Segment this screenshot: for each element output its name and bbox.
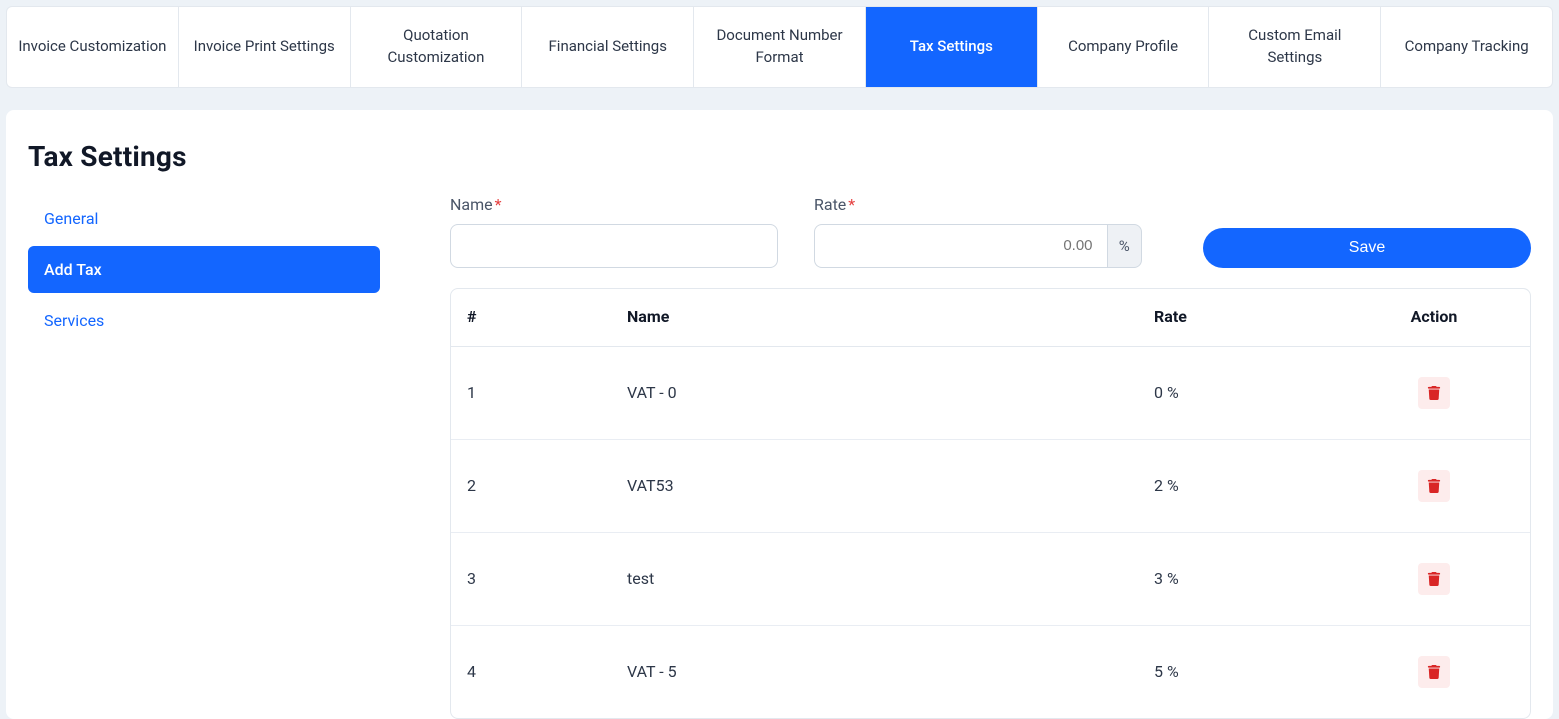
cell-index: 1 bbox=[467, 383, 627, 402]
tab-quotation-customization[interactable]: Quotation Customization bbox=[351, 7, 523, 87]
sidebar-item-services[interactable]: Services bbox=[28, 297, 380, 344]
tab-document-number-format[interactable]: Document Number Format bbox=[694, 7, 866, 87]
tab-company-profile[interactable]: Company Profile bbox=[1038, 7, 1210, 87]
col-header-action: Action bbox=[1354, 307, 1514, 326]
delete-button[interactable] bbox=[1418, 377, 1450, 409]
form-row: Name* Rate* % Save bbox=[450, 195, 1531, 268]
main-tabs: Invoice CustomizationInvoice Print Setti… bbox=[6, 6, 1553, 88]
table-row: 4VAT - 55 % bbox=[451, 626, 1530, 718]
tab-tax-settings[interactable]: Tax Settings bbox=[866, 7, 1038, 87]
save-button[interactable]: Save bbox=[1203, 228, 1531, 268]
col-header-name: Name bbox=[627, 307, 1154, 326]
rate-field: Rate* % bbox=[814, 195, 1142, 268]
cell-rate: 2 % bbox=[1154, 476, 1354, 495]
cell-name: VAT - 5 bbox=[627, 662, 1154, 681]
name-label: Name* bbox=[450, 195, 778, 214]
rate-input[interactable] bbox=[814, 224, 1107, 268]
cell-index: 4 bbox=[467, 662, 627, 681]
sidebar: GeneralAdd TaxServices bbox=[28, 195, 380, 348]
tab-invoice-customization[interactable]: Invoice Customization bbox=[7, 7, 179, 87]
cell-index: 3 bbox=[467, 569, 627, 588]
tab-invoice-print-settings[interactable]: Invoice Print Settings bbox=[179, 7, 351, 87]
cell-rate: 5 % bbox=[1154, 662, 1354, 681]
cell-rate: 3 % bbox=[1154, 569, 1354, 588]
cell-rate: 0 % bbox=[1154, 383, 1354, 402]
trash-icon bbox=[1427, 386, 1441, 400]
name-field: Name* bbox=[450, 195, 778, 268]
trash-icon bbox=[1427, 665, 1441, 679]
tax-settings-card: Tax Settings GeneralAdd TaxServices Name… bbox=[6, 110, 1553, 719]
cell-name: VAT53 bbox=[627, 476, 1154, 495]
delete-button[interactable] bbox=[1418, 563, 1450, 595]
col-header-index: # bbox=[467, 307, 627, 326]
tax-table: # Name Rate Action 1VAT - 00 %2VAT532 %3… bbox=[450, 288, 1531, 719]
col-header-rate: Rate bbox=[1154, 307, 1354, 326]
page-title: Tax Settings bbox=[28, 140, 1531, 173]
required-marker: * bbox=[495, 195, 502, 214]
rate-label: Rate* bbox=[814, 195, 1142, 214]
main-content: Name* Rate* % Save bbox=[450, 195, 1531, 719]
cell-name: test bbox=[627, 569, 1154, 588]
name-input[interactable] bbox=[450, 224, 778, 268]
cell-action bbox=[1354, 470, 1514, 502]
cell-action bbox=[1354, 656, 1514, 688]
tab-custom-email-settings[interactable]: Custom Email Settings bbox=[1209, 7, 1381, 87]
tab-financial-settings[interactable]: Financial Settings bbox=[522, 7, 694, 87]
trash-icon bbox=[1427, 572, 1441, 586]
sidebar-item-add-tax[interactable]: Add Tax bbox=[28, 246, 380, 293]
delete-button[interactable] bbox=[1418, 656, 1450, 688]
trash-icon bbox=[1427, 479, 1441, 493]
table-row: 1VAT - 00 % bbox=[451, 347, 1530, 440]
required-marker: * bbox=[848, 195, 855, 214]
cell-action bbox=[1354, 563, 1514, 595]
cell-index: 2 bbox=[467, 476, 627, 495]
delete-button[interactable] bbox=[1418, 470, 1450, 502]
cell-action bbox=[1354, 377, 1514, 409]
rate-addon: % bbox=[1107, 224, 1142, 268]
cell-name: VAT - 0 bbox=[627, 383, 1154, 402]
table-row: 3test3 % bbox=[451, 533, 1530, 626]
table-row: 2VAT532 % bbox=[451, 440, 1530, 533]
tab-company-tracking[interactable]: Company Tracking bbox=[1381, 7, 1552, 87]
sidebar-item-general[interactable]: General bbox=[28, 195, 380, 242]
table-header: # Name Rate Action bbox=[451, 289, 1530, 347]
